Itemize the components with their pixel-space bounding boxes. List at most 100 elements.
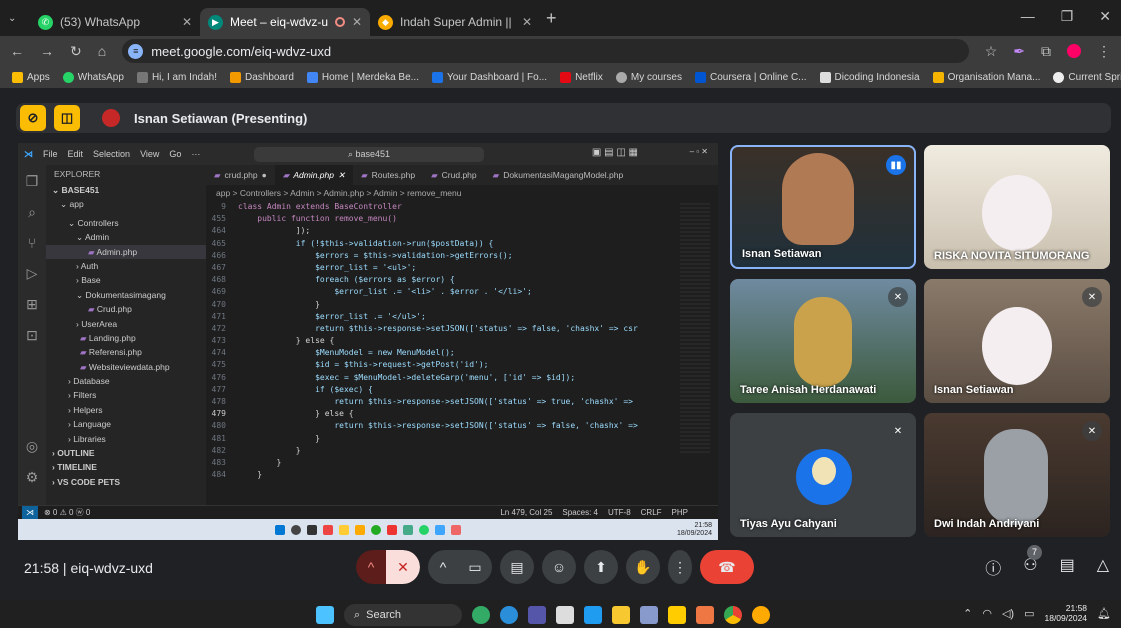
notifications-icon[interactable]: 🔔︎: [1097, 607, 1111, 620]
restore-icon[interactable]: ❐: [1061, 8, 1074, 25]
code-line[interactable]: 472 return $this->response->setJSON(['st…: [206, 323, 718, 335]
problems-status[interactable]: ⊗ 0 ⚠ 0 ⓦ 0: [44, 507, 90, 518]
mic-options-chevron-icon[interactable]: ^: [356, 550, 386, 584]
code-line[interactable]: 455 public function remove_menu(): [206, 213, 718, 225]
bookmark-my-courses[interactable]: My courses: [615, 71, 682, 83]
editor-tab[interactable]: ▰ Routes.php: [353, 165, 423, 185]
present-screen-icon[interactable]: ⬆: [584, 550, 618, 584]
participant-tile[interactable]: RISKA NOVITA SITUMORANG: [924, 145, 1110, 269]
url-field[interactable]: ≡ meet.google.com/eiq-wdvz-uxd: [122, 39, 969, 63]
code-line[interactable]: 483 }: [206, 457, 718, 469]
layout-toggle-icons[interactable]: ▣ ▤ ◫ ▦: [592, 147, 638, 158]
edge-icon[interactable]: [500, 606, 518, 624]
code-line[interactable]: 474 $MenuModel = new MenuModel();: [206, 347, 718, 359]
settings-gear-icon[interactable]: ⚙: [26, 469, 39, 486]
menu-kebab-icon[interactable]: ⋮: [1097, 43, 1111, 60]
app-icon[interactable]: [752, 606, 770, 624]
tree-item-folder[interactable]: › Language: [46, 417, 206, 431]
tree-item-folder[interactable]: ⌄ Admin: [46, 230, 206, 244]
tab-meet[interactable]: ▶ Meet – eiq-wdvz-uxd ✕: [200, 8, 370, 36]
command-search[interactable]: ⌕ base451: [254, 147, 484, 162]
language-mode[interactable]: PHP: [672, 508, 688, 517]
bookmark-star-icon[interactable]: ☆: [985, 43, 998, 60]
sticky-notes-icon[interactable]: [668, 606, 686, 624]
camera-options-chevron-icon[interactable]: ^: [428, 550, 458, 584]
extensions-icon[interactable]: ⊞: [26, 296, 38, 313]
code-line[interactable]: 470 }: [206, 299, 718, 311]
editor-tab-active[interactable]: ▰ Admin.php ✕: [274, 165, 354, 185]
code-line[interactable]: 476 $exec = $MenuModel->deleteGarp('menu…: [206, 372, 718, 384]
photos-icon[interactable]: [528, 606, 546, 624]
tree-item-folder[interactable]: › Helpers: [46, 403, 206, 417]
camera-icon[interactable]: ▭: [458, 550, 492, 584]
tree-item-folder[interactable]: › Libraries: [46, 432, 206, 446]
chat-icon[interactable]: ▤: [1060, 555, 1075, 579]
bookmark-coursera[interactable]: Coursera | Online C...: [694, 71, 807, 83]
code-line[interactable]: 484 }: [206, 469, 718, 481]
code-line[interactable]: 471 $error_list .= '</ul>';: [206, 311, 718, 323]
outline-section[interactable]: › OUTLINE: [46, 446, 206, 460]
code-line[interactable]: 466 $errors = $this->validation->getErro…: [206, 250, 718, 262]
tree-item-file[interactable]: ▰ Websiteviewdata.php: [46, 360, 206, 374]
reload-icon[interactable]: ↻: [70, 43, 82, 60]
participant-tile[interactable]: ✕ Tiyas Ayu Cahyani: [730, 413, 916, 537]
tree-item-folder[interactable]: › Database: [46, 374, 206, 388]
menu-selection[interactable]: Selection: [93, 149, 130, 159]
editor-tab[interactable]: ▰ crud.php ●: [206, 165, 275, 185]
editor-tab[interactable]: ▰ DokumentasiMagangModel.php: [485, 165, 632, 185]
run-debug-icon[interactable]: ▷: [27, 265, 38, 282]
meeting-details-icon[interactable]: ⓘ: [985, 555, 1001, 579]
menu-file[interactable]: File: [43, 149, 58, 159]
minimap[interactable]: [680, 203, 710, 453]
calculator-icon[interactable]: [640, 606, 658, 624]
tree-item-folder[interactable]: › UserArea: [46, 317, 206, 331]
back-icon[interactable]: ←: [10, 43, 24, 59]
bookmark-indah[interactable]: Hi, I am Indah!: [136, 71, 217, 83]
widgets-icon[interactable]: [472, 606, 490, 624]
code-line[interactable]: 482 }: [206, 445, 718, 457]
participant-tile[interactable]: ✕ Dwi Indah Andriyani: [924, 413, 1110, 537]
account-icon[interactable]: ◎: [26, 438, 38, 455]
code-line[interactable]: 465 if (!$this->validation->run($postDat…: [206, 238, 718, 250]
tab-indah-admin[interactable]: ◆ Indah Super Admin || Base 4 ✕: [370, 8, 540, 36]
close-tab-icon[interactable]: ✕: [352, 15, 362, 29]
code-line[interactable]: 475 $id = $this->request->getPost('id');: [206, 359, 718, 371]
code-line[interactable]: 467 $error_list = '<ul>';: [206, 262, 718, 274]
leave-call-icon[interactable]: ☎: [700, 550, 754, 584]
breadcrumb[interactable]: app > Controllers > Admin > Admin.php > …: [206, 185, 718, 201]
source-control-icon[interactable]: ⑂: [28, 235, 36, 251]
menu-go[interactable]: Go: [169, 149, 181, 159]
tab-list-chevron-icon[interactable]: ⌄: [8, 13, 30, 24]
bookmark-dicoding[interactable]: Dicoding Indonesia: [819, 71, 920, 83]
volume-icon[interactable]: ◁): [1002, 607, 1014, 620]
activities-icon[interactable]: △: [1097, 555, 1109, 579]
emoji-reaction-icon[interactable]: ☺: [542, 550, 576, 584]
captions-icon[interactable]: ▤: [500, 550, 534, 584]
tree-item-folder[interactable]: › Auth: [46, 259, 206, 273]
remote-indicator[interactable]: ⋊: [22, 505, 38, 520]
home-icon[interactable]: ⌂: [98, 43, 106, 59]
tree-item-file[interactable]: ▰ Referensi.php: [46, 345, 206, 359]
battery-icon[interactable]: ▭: [1024, 607, 1034, 620]
wifi-icon[interactable]: ◠: [982, 607, 992, 620]
bookmark-organisation[interactable]: Organisation Mana...: [932, 71, 1040, 83]
code-line[interactable]: 9 class Admin extends BaseController: [206, 201, 718, 213]
tree-item-folder[interactable]: ⌄ BASE451: [46, 183, 206, 197]
code-line[interactable]: 478 return $this->response->setJSON(['st…: [206, 396, 718, 408]
editor-tab[interactable]: ▰ Crud.php: [423, 165, 485, 185]
stop-presenting-icon[interactable]: ⊘: [20, 105, 46, 131]
code-line[interactable]: 473 } else {: [206, 335, 718, 347]
participant-tile[interactable]: ✕ Taree Anisah Herdanawati: [730, 279, 916, 403]
code-line[interactable]: 477 if ($exec) {: [206, 384, 718, 396]
participant-tile[interactable]: ▮▮ Isnan Setiawan: [730, 145, 916, 269]
close-tab-icon[interactable]: ✕: [522, 15, 532, 29]
indentation[interactable]: Spaces: 4: [562, 508, 598, 517]
menu-view[interactable]: View: [140, 149, 159, 159]
vscode-pets-section[interactable]: › VS CODE PETS: [46, 475, 206, 489]
file-explorer-icon[interactable]: [612, 606, 630, 624]
tree-item-folder[interactable]: ⌄ Dokumentasimagang: [46, 288, 206, 302]
tree-item-file[interactable]: ▰ Crud.php: [46, 302, 206, 316]
office-icon[interactable]: [696, 606, 714, 624]
chrome-icon[interactable]: [724, 606, 742, 624]
tab-whatsapp[interactable]: ✆ (53) WhatsApp ✕: [30, 8, 200, 36]
